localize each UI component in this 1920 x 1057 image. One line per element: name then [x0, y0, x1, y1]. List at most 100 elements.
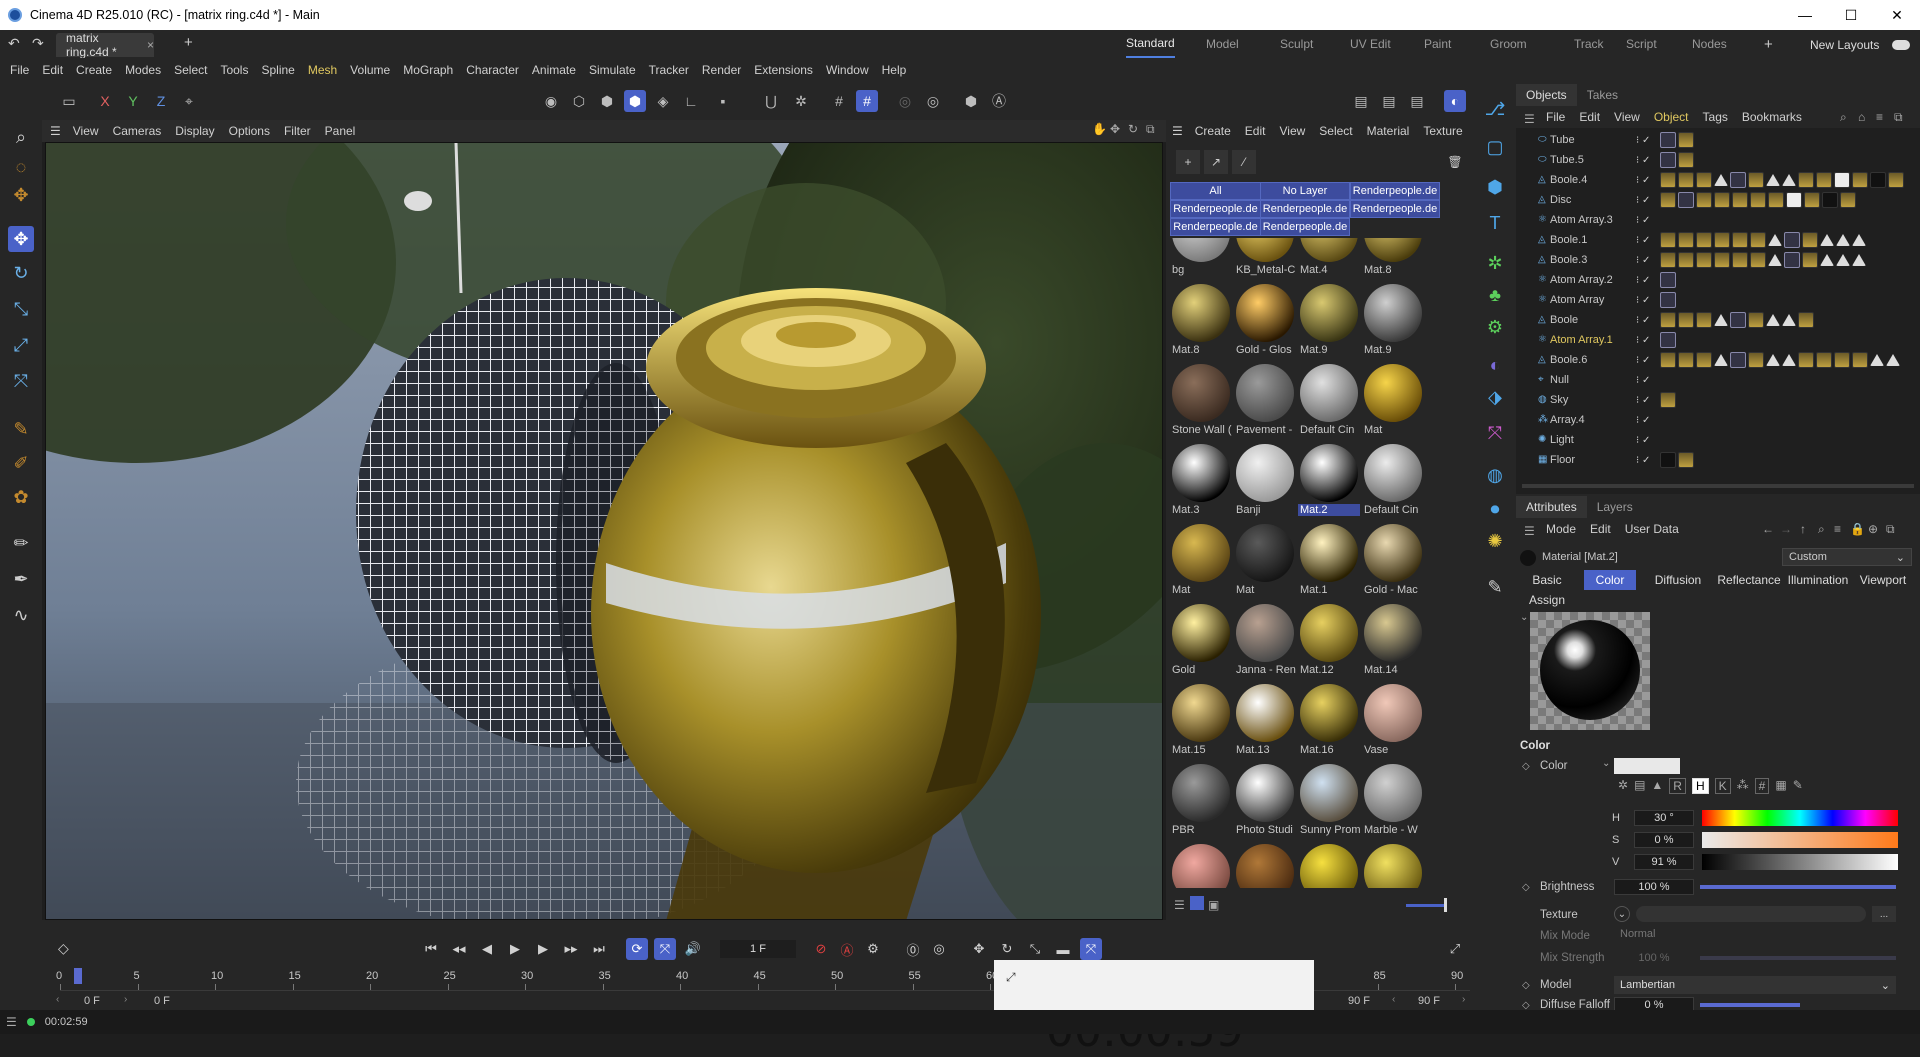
eyedropper-icon[interactable]: ✎ [1793, 778, 1803, 794]
object-row[interactable]: ◬ Boole ⁝ ✓ [1516, 310, 1920, 330]
material-tag-icon[interactable] [1870, 172, 1886, 188]
visibility-dots-icon[interactable]: ⁝ ✓ [1636, 355, 1650, 366]
material-swatch[interactable]: Vase [1362, 682, 1424, 758]
layer-filter-4[interactable]: Renderpeople.de [1260, 200, 1350, 218]
autokey-icon[interactable]: Ⓐ [836, 938, 858, 960]
material-tag-icon[interactable] [1660, 332, 1676, 348]
viewport-hamburger-icon[interactable]: ☰ [50, 124, 61, 138]
phong-tag-icon[interactable] [1766, 354, 1780, 366]
material-tag-icon[interactable] [1660, 152, 1676, 168]
object-search-icon[interactable]: ⌕ [1840, 110, 1847, 125]
material-tag-icon[interactable] [1798, 172, 1814, 188]
phong-tag-icon[interactable] [1768, 254, 1782, 266]
brightness-field[interactable]: 100 % [1614, 879, 1694, 895]
material-tag-icon[interactable] [1696, 312, 1712, 328]
material-tag-icon[interactable] [1660, 292, 1676, 308]
grid-view-icon[interactable] [1190, 896, 1204, 910]
current-frame-field[interactable]: 1 F [720, 940, 796, 958]
layer-filter-7[interactable]: Renderpeople.de [1260, 218, 1350, 236]
material-tag-icon[interactable] [1730, 312, 1746, 328]
material-swatch[interactable]: Banji [1234, 442, 1296, 518]
material-tag-icon[interactable] [1840, 192, 1856, 208]
render-view-icon[interactable]: ◎ [922, 90, 944, 112]
key-scale-icon[interactable]: ⤡ [1024, 938, 1046, 960]
attr-hamburger-icon[interactable]: ☰ [1524, 524, 1535, 538]
collapse-chevron-icon[interactable]: ⌄ [1520, 612, 1528, 623]
keyframe-selection-icon[interactable]: ⚙ [862, 938, 884, 960]
large-view-icon[interactable]: ▣ [1208, 898, 1219, 912]
material-tag-icon[interactable] [1678, 252, 1694, 268]
swatches-icon[interactable]: ▦ [1775, 778, 1786, 794]
mixer-icon[interactable]: ⁂ [1737, 778, 1749, 794]
material-menu-view[interactable]: View [1279, 124, 1305, 138]
image-picker-icon[interactable]: ▲ [1651, 778, 1663, 794]
object-name[interactable]: Null [1550, 374, 1569, 386]
record-keys-icon[interactable]: ⊘ [810, 938, 832, 960]
material-swatch[interactable]: PBR [1170, 762, 1232, 838]
object-menu-object[interactable]: Object [1654, 110, 1689, 124]
material-swatch[interactable]: Marble - W [1362, 762, 1424, 838]
menu-select[interactable]: Select [174, 63, 207, 77]
mix-strength-slider[interactable] [1700, 956, 1896, 960]
object-name[interactable]: Boole.4 [1550, 174, 1587, 186]
move-selection-icon[interactable]: ✥ [8, 182, 34, 208]
attr-filter-icon[interactable]: ≡ [1834, 522, 1841, 536]
x-axis-lock[interactable]: X [94, 90, 116, 112]
value-slider[interactable] [1702, 854, 1898, 870]
tab-attributes[interactable]: Attributes [1516, 496, 1587, 518]
material-swatch[interactable] [1298, 842, 1360, 888]
menu-volume[interactable]: Volume [350, 63, 390, 77]
material-tag-icon[interactable] [1888, 172, 1904, 188]
tab-takes[interactable]: Takes [1577, 84, 1628, 106]
object-row[interactable]: ◬ Boole.4 ⁝ ✓ [1516, 170, 1920, 190]
start-decrement-icon[interactable]: ‹ [56, 994, 59, 1005]
material-swatch[interactable]: Mat.9 [1298, 282, 1360, 358]
layer-filter-6[interactable]: Renderpeople.de [1170, 218, 1261, 236]
object-home-icon[interactable]: ⌂ [1858, 110, 1865, 124]
v-field[interactable]: 91 % [1634, 854, 1694, 870]
material-swatch[interactable]: Mat [1170, 522, 1232, 598]
status-menu-icon[interactable]: ☰ [6, 1015, 17, 1029]
visibility-dots-icon[interactable]: ⁝ ✓ [1636, 295, 1650, 306]
object-row[interactable]: ⌖ Null ⁝ ✓ [1516, 370, 1920, 390]
uv-mode-icon[interactable]: ◈ [652, 90, 674, 112]
loop-icon[interactable]: ⟳ [626, 938, 648, 960]
axis-mode-icon[interactable]: ∟ [680, 90, 702, 112]
phong-tag-icon[interactable] [1766, 314, 1780, 326]
material-tag-icon[interactable] [1696, 192, 1712, 208]
keyframe-diamond-icon[interactable]: ◇ [58, 940, 69, 957]
diffuse-falloff-slider[interactable] [1700, 1003, 1800, 1007]
material-swatch[interactable]: Mat.16 [1298, 682, 1360, 758]
material-swatch[interactable]: Mat.4 [1298, 238, 1360, 278]
texture-field[interactable] [1636, 906, 1866, 922]
object-name[interactable]: Floor [1550, 454, 1575, 466]
viewport-menu-cameras[interactable]: Cameras [113, 124, 162, 138]
material-tag-icon[interactable] [1678, 172, 1694, 188]
menu-edit[interactable]: Edit [42, 63, 63, 77]
color-expand-chevron-icon[interactable]: ⌄ [1602, 758, 1610, 769]
material-tag-icon[interactable] [1696, 252, 1712, 268]
menu-mograph[interactable]: MoGraph [403, 63, 453, 77]
subtab-color[interactable]: Color [1584, 570, 1636, 590]
brightness-slider[interactable] [1700, 885, 1896, 889]
phong-tag-icon[interactable] [1714, 314, 1728, 326]
material-swatch[interactable]: Gold - Mac [1362, 522, 1424, 598]
material-swatch[interactable]: KB_Metal-C [1234, 238, 1296, 278]
material-tag-icon[interactable] [1834, 352, 1850, 368]
subtab-assign[interactable]: Assign [1522, 590, 1572, 610]
material-swatch[interactable]: Mat.3 [1170, 442, 1232, 518]
material-tag-icon[interactable] [1696, 172, 1712, 188]
object-row[interactable]: ⬭ Tube ⁝ ✓ [1516, 130, 1920, 150]
object-row[interactable]: ⚛ Atom Array.1 ⁝ ✓ [1516, 330, 1920, 350]
popup-expand-icon[interactable]: ⤢ [1006, 970, 1016, 985]
field-icon[interactable]: ◐ [1482, 352, 1508, 378]
material-swatch[interactable]: Pavement - [1234, 362, 1296, 438]
material-tag-icon[interactable] [1798, 352, 1814, 368]
menu-animate[interactable]: Animate [532, 63, 576, 77]
viewport-move-icon[interactable]: ✥ [1110, 122, 1120, 136]
h-field[interactable]: 30 ° [1634, 810, 1694, 826]
redshift-icon[interactable]: Ⓐ [988, 90, 1010, 112]
material-tag-icon[interactable] [1748, 352, 1764, 368]
phong-tag-icon[interactable] [1714, 174, 1728, 186]
menu-simulate[interactable]: Simulate [589, 63, 636, 77]
